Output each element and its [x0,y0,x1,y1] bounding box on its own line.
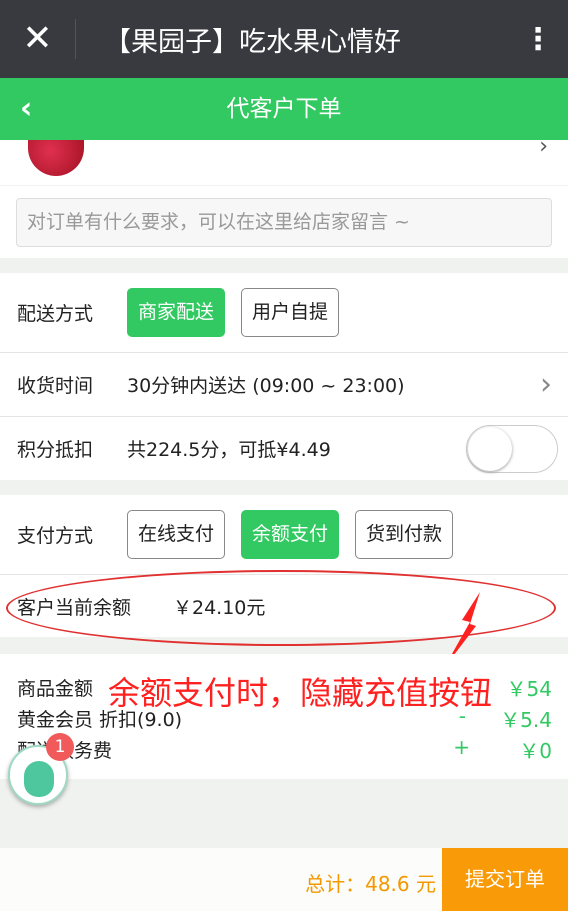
payment-row: 支付方式 在线支付 余额支付 货到付款 [0,495,568,575]
annotation-text: 余额支付时，隐藏充值按钮 [108,674,493,712]
points-value: 共224.5分，可抵¥4.49 [127,439,331,461]
page-title: 代客户下单 [226,96,342,122]
chevron-right-icon[interactable]: › [539,134,548,159]
delivery-row: 配送方式 商家配送 用户自提 [0,273,568,353]
delivery-option-merchant[interactable]: 商家配送 [127,288,226,337]
summary-label: 商品金额 [17,678,94,700]
receive-time-value: 30分钟内送达 (09:00 ~ 23:00) [127,375,405,397]
points-row: 积分抵扣 共224.5分，可抵¥4.49 [0,417,568,480]
message-input[interactable]: 对订单有什么要求，可以在这里给店家留言 ~ [16,198,552,247]
order-total: 总计：48.6 元 [305,872,436,896]
footer-bar: 总计：48.6 元 提交订单 [0,848,568,911]
summary-value: ￥54 [506,677,552,701]
submit-order-button[interactable]: 提交订单 [442,848,568,911]
product-section: › [0,134,568,185]
close-icon[interactable]: ✕ [0,19,76,59]
payment-label: 支付方式 [17,525,94,547]
app-title: 【果园子】吃水果心情好 [104,26,401,58]
headset-avatar-icon [24,761,54,797]
product-image [28,140,84,176]
delivery-label: 配送方式 [17,303,94,325]
points-toggle[interactable] [466,424,558,473]
more-vertical-icon[interactable]: ⋮ [508,22,568,57]
summary-value: ￥5.4 [500,708,552,732]
notification-badge: 1 [46,733,74,761]
payment-option-online[interactable]: 在线支付 [127,510,226,559]
app-title-bar: ✕ 【果园子】吃水果心情好 ⋮ [0,0,568,78]
payment-option-balance[interactable]: 余额支付 [241,510,340,559]
summary-sign: + [453,735,470,759]
receive-time-row[interactable]: 收货时间 30分钟内送达 (09:00 ~ 23:00) › [0,353,568,417]
chevron-right-icon: › [540,367,552,402]
points-label: 积分抵扣 [17,439,94,461]
chevron-left-icon[interactable]: ‹ [20,78,32,140]
receive-time-label: 收货时间 [17,375,94,397]
payment-option-cod[interactable]: 货到付款 [355,510,454,559]
nav-bar: ‹ 代客户下单 [0,78,568,140]
delivery-option-pickup[interactable]: 用户自提 [241,288,340,337]
summary-value: ￥0 [519,739,552,763]
